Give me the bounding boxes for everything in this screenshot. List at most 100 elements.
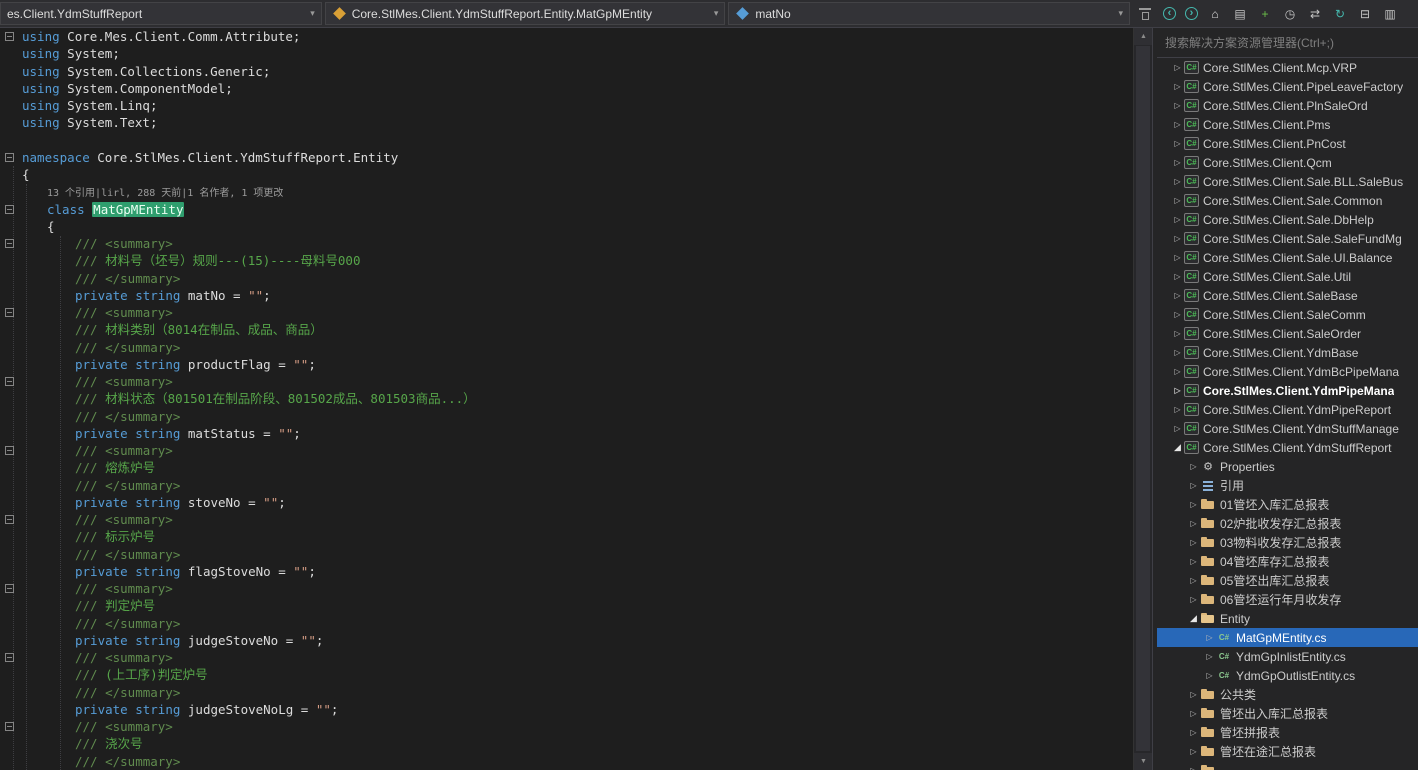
fold-toggle-icon[interactable] xyxy=(0,373,22,390)
expand-arrow-icon[interactable]: ▷ xyxy=(1171,348,1184,357)
tree-item[interactable]: ▷公共类 xyxy=(1157,685,1418,704)
solution-search-input[interactable] xyxy=(1157,28,1418,57)
expand-arrow-icon[interactable]: ▷ xyxy=(1203,671,1216,680)
code-line[interactable]: private string stoveNo = ""; xyxy=(0,494,1133,511)
expand-arrow-icon[interactable]: ▷ xyxy=(1187,538,1200,547)
fold-toggle-icon[interactable] xyxy=(0,718,22,735)
expand-arrow-icon[interactable]: ▷ xyxy=(1171,424,1184,433)
code-line[interactable] xyxy=(0,132,1133,149)
fold-toggle-icon[interactable] xyxy=(0,649,22,666)
tree-item[interactable]: ▷06管坯运行年月收发存 xyxy=(1157,590,1418,609)
expand-arrow-icon[interactable]: ▷ xyxy=(1171,82,1184,91)
code-line[interactable]: namespace Core.StlMes.Client.YdmStuffRep… xyxy=(0,149,1133,166)
expand-arrow-icon[interactable]: ▷ xyxy=(1187,728,1200,737)
split-editor-handle[interactable] xyxy=(1139,8,1151,20)
code-line[interactable]: { xyxy=(0,218,1133,235)
sync-active-document-icon[interactable]: ⇄ xyxy=(1307,6,1323,22)
tree-item[interactable]: ▷C#Core.StlMes.Client.YdmPipeMana xyxy=(1157,381,1418,400)
expand-arrow-icon[interactable]: ▷ xyxy=(1203,633,1216,642)
expand-arrow-icon[interactable]: ▷ xyxy=(1203,652,1216,661)
tree-item[interactable]: ▷C#Core.StlMes.Client.Sale.SaleFundMg xyxy=(1157,229,1418,248)
nav-back-icon[interactable]: ‹ xyxy=(1163,7,1176,20)
fold-toggle-icon[interactable] xyxy=(0,149,22,166)
code-line[interactable]: private string matStatus = ""; xyxy=(0,425,1133,442)
fold-toggle-icon[interactable] xyxy=(0,235,22,252)
code-line[interactable]: private string judgeStoveNoLg = ""; xyxy=(0,701,1133,718)
expand-arrow-icon[interactable]: ▷ xyxy=(1171,367,1184,376)
code-line[interactable]: /// 判定炉号 xyxy=(0,597,1133,614)
tree-item[interactable]: ▷02炉批收发存汇总报表 xyxy=(1157,514,1418,533)
tree-item[interactable]: ▷C#Core.StlMes.Client.Sale.Common xyxy=(1157,191,1418,210)
code-line[interactable]: using System.Collections.Generic; xyxy=(0,63,1133,80)
expand-arrow-icon[interactable]: ▷ xyxy=(1171,310,1184,319)
tree-item[interactable]: ▷C#Core.StlMes.Client.PipeLeaveFactory xyxy=(1157,77,1418,96)
tree-item[interactable]: ▷04管坯库存汇总报表 xyxy=(1157,552,1418,571)
tree-item[interactable]: ▷管坯在途汇总报表 xyxy=(1157,742,1418,761)
code-line[interactable]: using Core.Mes.Client.Comm.Attribute; xyxy=(0,28,1133,45)
code-line[interactable]: using System.Text; xyxy=(0,114,1133,131)
expand-arrow-icon[interactable]: ▷ xyxy=(1171,139,1184,148)
editor-scrollbar[interactable]: ▲ ▼ xyxy=(1133,28,1152,770)
code-line[interactable]: private string flagStoveNo = ""; xyxy=(0,563,1133,580)
code-line[interactable]: /// <summary> xyxy=(0,235,1133,252)
show-all-files-icon[interactable]: ▥ xyxy=(1382,6,1398,22)
fold-toggle-icon[interactable] xyxy=(0,201,22,218)
expand-arrow-icon[interactable]: ▷ xyxy=(1187,766,1200,770)
code-line[interactable]: /// 材料类别（8014在制品、成品、商品） xyxy=(0,321,1133,338)
code-line[interactable]: private string judgeStoveNo = ""; xyxy=(0,632,1133,649)
code-line[interactable]: /// </summary> xyxy=(0,339,1133,356)
expand-arrow-icon[interactable]: ▷ xyxy=(1171,120,1184,129)
tree-item[interactable]: ▷C#MatGpMEntity.cs xyxy=(1157,628,1418,647)
code-line[interactable]: class MatGpMEntity xyxy=(0,201,1133,218)
nav-forward-icon[interactable]: › xyxy=(1185,7,1198,20)
tree-item[interactable]: ▷管坯出入库汇总报表 xyxy=(1157,704,1418,723)
tree-item[interactable]: ▷C#Core.StlMes.Client.YdmBcPipeMana xyxy=(1157,362,1418,381)
code-line[interactable]: /// (上工序)判定炉号 xyxy=(0,666,1133,683)
tree-item[interactable]: ▷C#Core.StlMes.Client.Sale.Util xyxy=(1157,267,1418,286)
expand-arrow-icon[interactable]: ▷ xyxy=(1187,747,1200,756)
tree-item[interactable]: ▷C#Core.StlMes.Client.Sale.DbHelp xyxy=(1157,210,1418,229)
tree-item[interactable]: ▷C#YdmGpInlistEntity.cs xyxy=(1157,647,1418,666)
expand-arrow-icon[interactable]: ▷ xyxy=(1187,690,1200,699)
code-editor[interactable]: using Core.Mes.Client.Comm.Attribute;usi… xyxy=(0,28,1133,770)
code-line[interactable]: /// <summary> xyxy=(0,718,1133,735)
switch-views-icon[interactable]: ▤ xyxy=(1232,6,1248,22)
code-line[interactable]: using System.Linq; xyxy=(0,97,1133,114)
expand-arrow-icon[interactable]: ▷ xyxy=(1171,177,1184,186)
expand-arrow-icon[interactable]: ▷ xyxy=(1171,386,1184,395)
add-item-icon[interactable]: + xyxy=(1257,6,1273,22)
code-line[interactable]: using System.ComponentModel; xyxy=(0,80,1133,97)
code-line[interactable]: /// </summary> xyxy=(0,477,1133,494)
scroll-down-button[interactable]: ▼ xyxy=(1134,753,1153,770)
tree-item[interactable]: ▷C#Core.StlMes.Client.PlnSaleOrd xyxy=(1157,96,1418,115)
tree-item[interactable]: ▷C#Core.StlMes.Client.PnCost xyxy=(1157,134,1418,153)
tree-item[interactable]: ▷管坯拼报表 xyxy=(1157,723,1418,742)
code-line[interactable]: /// </summary> xyxy=(0,753,1133,770)
tree-item[interactable]: ▷C#Core.StlMes.Client.YdmPipeReport xyxy=(1157,400,1418,419)
code-line[interactable]: /// 材料号（坯号）规则---(15)----母料号000 xyxy=(0,252,1133,269)
code-line[interactable]: /// <summary> xyxy=(0,442,1133,459)
code-line[interactable]: private string productFlag = ""; xyxy=(0,356,1133,373)
type-dropdown[interactable]: Core.StlMes.Client.YdmStuffReport.Entity… xyxy=(325,2,726,25)
expand-arrow-icon[interactable]: ▷ xyxy=(1171,272,1184,281)
expand-arrow-icon[interactable]: ▷ xyxy=(1171,101,1184,110)
tree-item[interactable]: ▷C#Core.StlMes.Client.Sale.BLL.SaleBus xyxy=(1157,172,1418,191)
tree-item[interactable]: ▷⚙Properties xyxy=(1157,457,1418,476)
history-icon[interactable]: ◷ xyxy=(1282,6,1298,22)
code-line[interactable]: private string matNo = ""; xyxy=(0,287,1133,304)
tree-item[interactable]: ◢C#Core.StlMes.Client.YdmStuffReport xyxy=(1157,438,1418,457)
fold-toggle-icon[interactable] xyxy=(0,28,22,45)
code-line[interactable]: using System; xyxy=(0,45,1133,62)
codelens-info[interactable]: 13 个引用|lirl, 288 天前|1 名作者, 1 项更改 xyxy=(47,188,283,199)
expand-arrow-icon[interactable]: ▷ xyxy=(1187,500,1200,509)
tree-item[interactable]: ▷C#Core.StlMes.Client.SaleComm xyxy=(1157,305,1418,324)
code-line[interactable]: /// <summary> xyxy=(0,580,1133,597)
code-line[interactable]: /// 浇次号 xyxy=(0,735,1133,752)
expand-arrow-icon[interactable]: ▷ xyxy=(1171,291,1184,300)
tree-item[interactable]: ▷C#Core.StlMes.Client.Qcm xyxy=(1157,153,1418,172)
collapse-arrow-icon[interactable]: ◢ xyxy=(1171,442,1184,453)
tree-item[interactable]: ▷03物料收发存汇总报表 xyxy=(1157,533,1418,552)
expand-arrow-icon[interactable]: ▷ xyxy=(1187,519,1200,528)
expand-arrow-icon[interactable]: ▷ xyxy=(1171,158,1184,167)
expand-arrow-icon[interactable]: ▷ xyxy=(1187,462,1200,471)
